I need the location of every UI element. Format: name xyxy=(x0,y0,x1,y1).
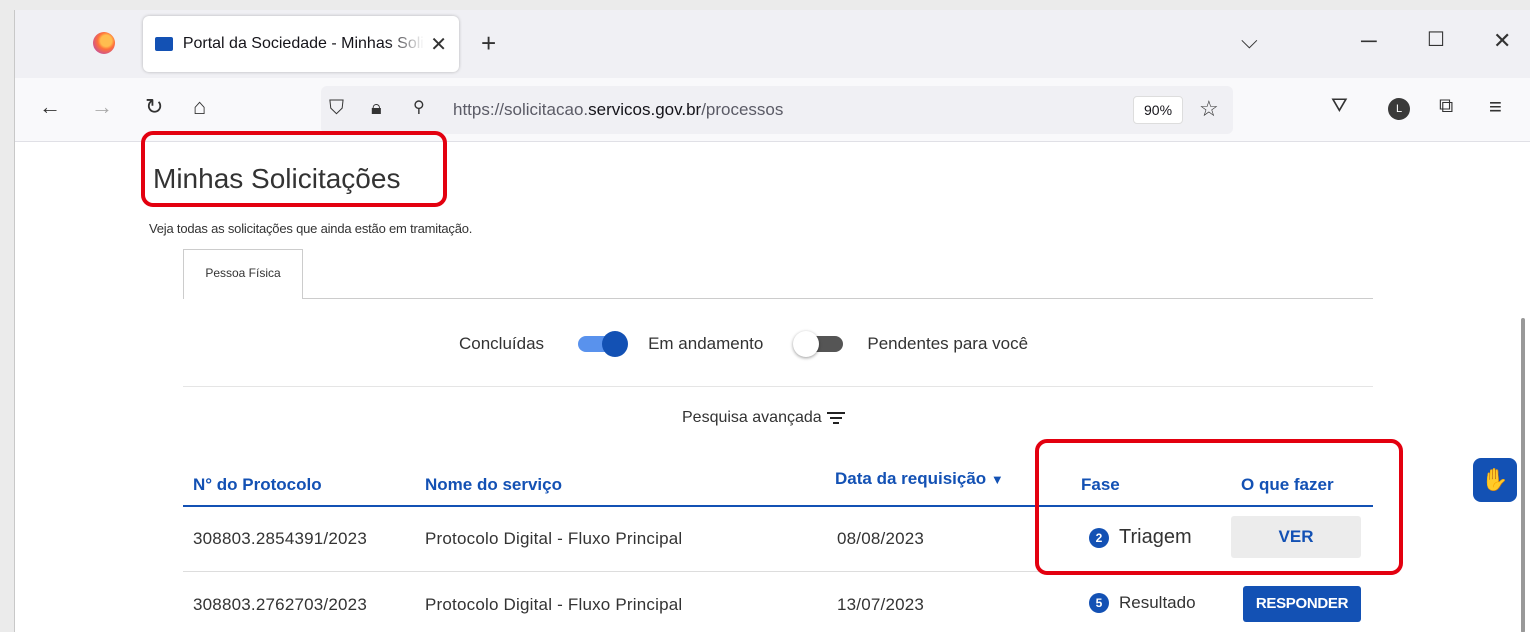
page-content: Minhas Solicitações Veja todas as solici… xyxy=(15,131,1530,632)
column-header-servico[interactable]: Nome do serviço xyxy=(425,475,562,495)
tab-list-chevron-icon[interactable]: ⌵ xyxy=(1241,30,1258,52)
browser-tab-active[interactable]: Portal da Sociedade - Minhas Solicitaçõe… xyxy=(143,16,459,72)
page-subtitle: Veja todas as solicitações que ainda est… xyxy=(149,221,473,236)
concluidas-em-andamento-switch[interactable] xyxy=(578,331,629,357)
url-text[interactable]: https://solicitacao.servicos.gov.br/proc… xyxy=(453,100,783,120)
home-icon[interactable]: ⌂ xyxy=(193,96,206,118)
phase-label: Resultado xyxy=(1119,593,1196,612)
responder-button[interactable]: RESPONDER xyxy=(1243,586,1361,622)
close-tab-icon[interactable]: ✕ xyxy=(430,32,447,57)
accessibility-hand-icon[interactable]: ✋ xyxy=(1473,458,1517,502)
menu-icon[interactable]: ≡ xyxy=(1489,96,1502,118)
firefox-icon[interactable] xyxy=(93,32,115,54)
forward-icon[interactable]: → xyxy=(91,96,113,118)
sort-down-icon: ▼ xyxy=(990,472,1004,487)
cell-servico: Protocolo Digital - Fluxo Principal xyxy=(425,595,683,614)
cell-data: 08/08/2023 xyxy=(837,529,925,548)
navigation-bar: ← → ↻ ⌂ ⛉ 🔒︎ ⚲ https://solicitacao.servi… xyxy=(15,78,1530,142)
gov-favicon-icon xyxy=(155,37,173,51)
back-icon[interactable]: ← xyxy=(39,96,61,118)
phase-number-badge: 2 xyxy=(1089,527,1109,548)
cell-protocolo: 308803.2854391/2023 xyxy=(193,529,367,548)
cell-servico: Protocolo Digital - Fluxo Principal xyxy=(425,529,683,548)
pendentes-switch[interactable] xyxy=(793,331,844,357)
minimize-icon[interactable]: ─ xyxy=(1361,30,1377,52)
bookmark-star-icon[interactable]: ☆ xyxy=(1199,98,1219,120)
row-divider xyxy=(183,571,1373,572)
extensions-icon[interactable]: ⧉ xyxy=(1439,96,1453,116)
close-window-icon[interactable]: ✕ xyxy=(1493,30,1511,52)
phase-label: Triagem xyxy=(1119,526,1192,548)
cell-data: 13/07/2023 xyxy=(837,595,925,614)
filter-icon xyxy=(826,411,846,425)
url-bar[interactable]: ⛉ 🔒︎ ⚲ https://solicitacao.servicos.gov.… xyxy=(321,86,1233,134)
phase-number-badge: 5 xyxy=(1089,593,1109,613)
column-header-protocolo[interactable]: N° do Protocolo xyxy=(193,475,322,495)
shield-icon[interactable]: ⛉ xyxy=(329,98,344,118)
tab-divider xyxy=(183,298,1373,299)
account-icon[interactable]: L xyxy=(1388,98,1410,120)
scrollbar[interactable] xyxy=(1521,318,1525,632)
table-header-divider xyxy=(183,505,1373,507)
reload-icon[interactable]: ↻ xyxy=(145,96,163,118)
lock-icon[interactable]: 🔒︎ xyxy=(371,98,382,118)
new-tab-button[interactable]: + xyxy=(481,30,496,56)
filter-toggles: Concluídas Em andamento Pendentes para v… xyxy=(459,329,1028,359)
toggle-label-pendentes: Pendentes para você xyxy=(867,334,1029,353)
ver-button[interactable]: VER xyxy=(1231,516,1361,558)
tab-strip: Portal da Sociedade - Minhas Solicitaçõe… xyxy=(15,10,1530,78)
page-title: Minhas Solicitações xyxy=(153,163,401,194)
permissions-icon[interactable]: ⚲ xyxy=(413,100,425,116)
column-header-fase[interactable]: Fase xyxy=(1081,475,1120,495)
section-divider xyxy=(183,386,1373,387)
browser-window: Portal da Sociedade - Minhas Solicitaçõe… xyxy=(14,10,1530,632)
zoom-level[interactable]: 90% xyxy=(1133,96,1184,124)
toggle-label-em-andamento: Em andamento xyxy=(648,334,764,353)
tab-title: Portal da Sociedade - Minhas Solicitaçõe… xyxy=(182,35,424,52)
cell-fase: 2 Triagem xyxy=(1089,526,1192,549)
advanced-search-label: Pesquisa avançada xyxy=(682,409,822,426)
advanced-search-button[interactable]: Pesquisa avançada xyxy=(682,409,846,427)
maximize-icon[interactable]: ☐ xyxy=(1427,30,1445,50)
cell-protocolo: 308803.2762703/2023 xyxy=(193,595,367,614)
cell-fase: 5 Resultado xyxy=(1089,593,1196,613)
tab-pessoa-fisica[interactable]: Pessoa Física xyxy=(183,249,303,299)
column-header-data[interactable]: Data da requisição ▼ xyxy=(835,469,1004,489)
column-header-acao[interactable]: O que fazer xyxy=(1241,475,1334,495)
toggle-label-concluidas: Concluídas xyxy=(459,334,545,353)
pocket-icon[interactable]: ⛛ xyxy=(1331,96,1348,116)
